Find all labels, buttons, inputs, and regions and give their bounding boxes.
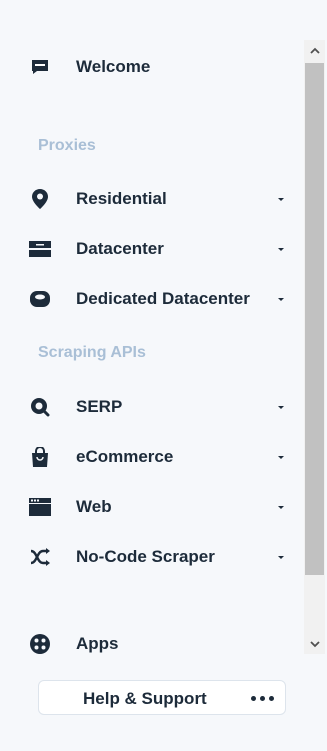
sidebar-item-residential[interactable]: Residential bbox=[0, 179, 300, 219]
chevron-down-icon[interactable] bbox=[278, 505, 284, 509]
sidebar-item-welcome[interactable]: Welcome bbox=[0, 47, 300, 87]
help-support-button[interactable]: Help & Support bbox=[38, 680, 286, 715]
sidebar-item-apps[interactable]: Apps bbox=[0, 624, 300, 664]
chevron-down-icon[interactable] bbox=[278, 247, 284, 251]
sidebar-item-datacenter[interactable]: Datacenter bbox=[0, 229, 300, 269]
chat-message-icon bbox=[29, 56, 51, 78]
shopping-bag-icon bbox=[29, 446, 51, 468]
sidebar-item-label: Dedicated Datacenter bbox=[76, 289, 250, 308]
scrollbar-thumb[interactable] bbox=[305, 63, 324, 575]
sidebar-item-label: SERP bbox=[76, 397, 123, 416]
apps-grid-icon bbox=[29, 633, 51, 655]
sidebar-nav: Welcome Proxies Residential Datacenter D… bbox=[0, 0, 304, 751]
database-icon bbox=[29, 288, 51, 310]
help-support-label: Help & Support bbox=[83, 689, 207, 708]
sidebar-item-dedicated-datacenter[interactable]: Dedicated Datacenter bbox=[0, 279, 300, 319]
chevron-down-icon[interactable] bbox=[278, 555, 284, 559]
section-heading-proxies: Proxies bbox=[38, 137, 96, 154]
scroll-down-button[interactable] bbox=[304, 634, 325, 655]
sidebar-item-label: Welcome bbox=[76, 57, 151, 76]
sidebar-item-web[interactable]: Web bbox=[0, 487, 300, 527]
sidebar-item-label: Datacenter bbox=[76, 239, 164, 258]
sidebar-item-label: Apps bbox=[76, 634, 119, 653]
sidebar-item-label: No-Code Scraper bbox=[76, 547, 215, 566]
chevron-down-icon[interactable] bbox=[278, 197, 284, 201]
search-icon bbox=[29, 396, 51, 418]
chevron-down-icon[interactable] bbox=[278, 297, 284, 301]
sidebar-item-label: Residential bbox=[76, 189, 167, 208]
sidebar-item-label: Web bbox=[76, 497, 112, 516]
sidebar-item-label: eCommerce bbox=[76, 447, 174, 466]
map-pin-icon bbox=[29, 188, 51, 210]
chevron-down-icon[interactable] bbox=[278, 405, 284, 409]
more-dots-icon[interactable] bbox=[251, 696, 274, 701]
sidebar-item-ecommerce[interactable]: eCommerce bbox=[0, 437, 300, 477]
section-heading-scraping-apis: Scraping APIs bbox=[38, 344, 146, 361]
server-icon bbox=[29, 238, 51, 260]
sidebar-item-serp[interactable]: SERP bbox=[0, 387, 300, 427]
sidebar-item-no-code-scraper[interactable]: No-Code Scraper bbox=[0, 537, 300, 577]
scroll-up-button[interactable] bbox=[304, 40, 325, 61]
shuffle-icon bbox=[29, 546, 51, 568]
browser-window-icon bbox=[29, 496, 51, 518]
chevron-down-icon[interactable] bbox=[278, 455, 284, 459]
